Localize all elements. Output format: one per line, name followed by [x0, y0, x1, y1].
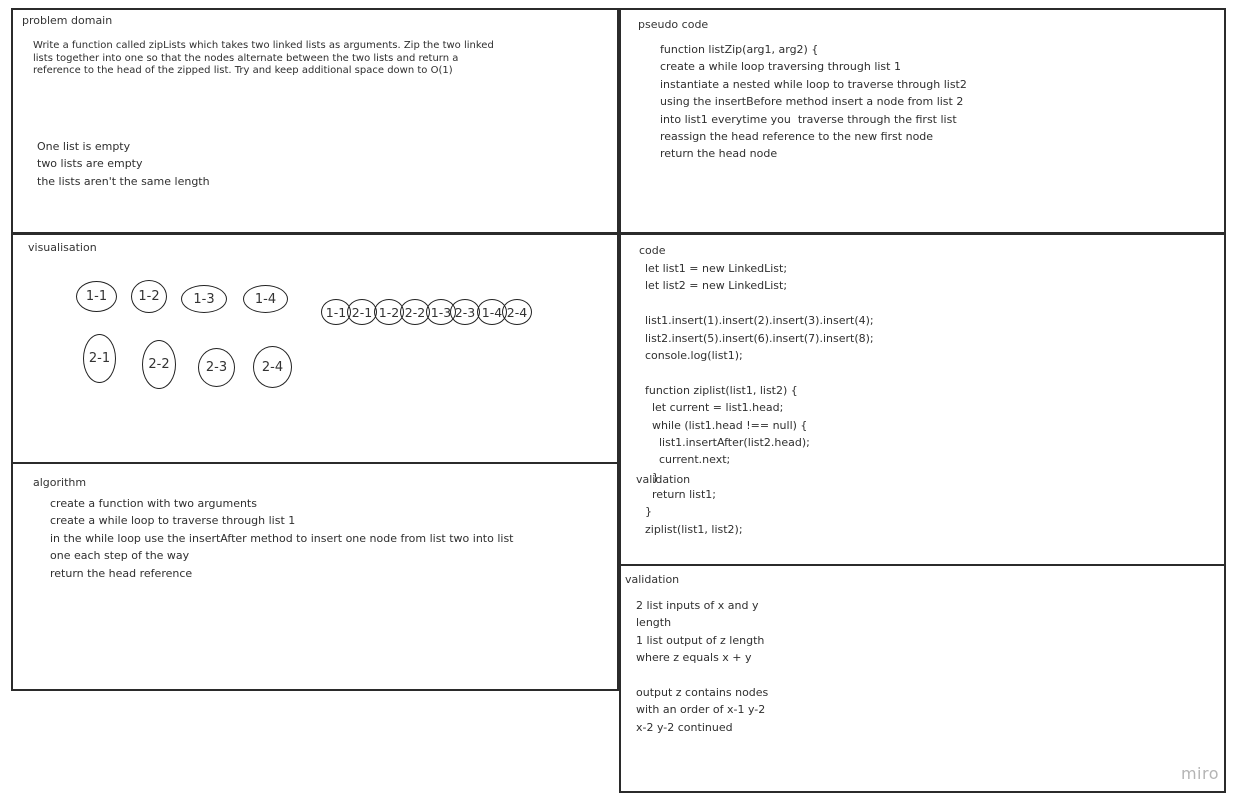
whiteboard-canvas[interactable]: problem domain Write a function called z…: [0, 0, 1235, 809]
problem-description: Write a function called zipLists which t…: [33, 40, 494, 78]
text-line: One list is empty: [37, 140, 131, 153]
node-label: 2-1: [88, 351, 111, 366]
node-label: 2-2: [148, 357, 170, 372]
text-line: with an order of x-1 y-2: [636, 703, 766, 717]
node-label: 1-1: [85, 289, 108, 304]
text-line: length: [636, 616, 672, 630]
text-line: 2 list inputs of x and y: [636, 599, 759, 612]
text-line: let list1 = new LinkedList;: [638, 262, 788, 275]
code-lines: let list1 = new LinkedList; let list2 = …: [638, 260, 874, 538]
node-2-4[interactable]: 2-4: [253, 346, 292, 388]
text-line: return the head node: [660, 147, 778, 161]
text-line: create a while loop to traverse through …: [50, 514, 296, 528]
zipped-node[interactable]: 2-1: [347, 299, 377, 325]
text-line: list1.insertAfter(list2.head);: [638, 435, 810, 449]
node-1-4[interactable]: 1-4: [243, 285, 288, 313]
text-line: Write a function called zipLists which t…: [33, 40, 494, 51]
text-line: function listZip(arg1, arg2) {: [660, 43, 819, 56]
text-line: return list1;: [638, 488, 716, 502]
node-label: 2-2: [404, 304, 426, 320]
text-line: ziplist(list1, list2);: [638, 522, 743, 536]
node-2-1[interactable]: 2-1: [83, 334, 116, 383]
node-2-2[interactable]: 2-2: [142, 340, 176, 389]
node-label: 1-1: [325, 304, 347, 320]
text-line: function ziplist(list1, list2) {: [638, 383, 798, 397]
text-line: let list2 = new LinkedList;: [638, 279, 788, 293]
text-line: while (list1.head !== null) {: [638, 418, 808, 432]
text-line: list1.insert(1).insert(2).insert(3).inse…: [638, 314, 874, 328]
code-title: code: [639, 244, 666, 257]
text-line: create a function with two arguments: [50, 497, 257, 510]
miro-logo: miro: [1180, 764, 1219, 783]
node-label: 1-2: [138, 289, 160, 304]
validation-lines: 2 list inputs of x and y length 1 list out…: [636, 597, 768, 736]
text-line: list2.insert(5).insert(6).insert(7).inse…: [638, 331, 874, 345]
text-line: }: [638, 505, 652, 519]
text-line: using the insertBefore method insert a n…: [660, 95, 964, 109]
text-line: reassign the head reference to the new f…: [660, 129, 934, 143]
validation-title: validation: [625, 573, 680, 586]
text-line: return the head reference: [50, 566, 193, 580]
node-1-3[interactable]: 1-3: [181, 285, 227, 313]
text-line: let current = list1.head;: [638, 401, 784, 415]
text-line: [638, 364, 874, 381]
pseudo-code-lines: function listZip(arg1, arg2) { create a w…: [660, 41, 967, 163]
visualisation-title: visualisation: [28, 241, 97, 254]
node-label: 1-3: [430, 304, 452, 320]
problem-domain-title: problem domain: [22, 14, 113, 27]
text-line: two lists are empty: [37, 157, 143, 171]
text-line: 1 list output of z length: [636, 633, 765, 647]
text-line: one each step of the way: [50, 549, 190, 563]
text-line: into list1 everytime you traverse throug…: [660, 112, 957, 126]
node-label: 2-3: [454, 304, 476, 320]
node-label: 2-1: [351, 304, 373, 320]
node-label: 2-4: [261, 359, 284, 375]
text-line: current.next;: [638, 453, 731, 467]
node-label: 1-4: [481, 304, 503, 320]
node-label: 1-3: [193, 291, 215, 307]
zipped-node[interactable]: 2-3: [450, 299, 480, 325]
text-line: console.log(list1);: [638, 348, 743, 362]
text-line: instantiate a nested while loop to trave…: [660, 77, 967, 91]
text-line: the lists aren't the same length: [37, 174, 210, 188]
text-line: reference to the head of the zipped list…: [33, 65, 453, 76]
node-label: 2-3: [205, 360, 228, 375]
text-line: where z equals x + y: [636, 651, 752, 665]
stray-validation-label: validation: [636, 473, 691, 486]
node-1-2[interactable]: 1-2: [131, 280, 167, 313]
text-line: create a while loop traversing through l…: [660, 60, 901, 74]
node-label: 2-4: [506, 304, 528, 320]
node-1-1[interactable]: 1-1: [76, 281, 117, 312]
text-line: [636, 667, 768, 684]
edge-cases-list: One list is empty two lists are empty the …: [37, 138, 210, 190]
algorithm-lines: create a function with two arguments crea…: [50, 495, 514, 582]
text-line: lists together into one so that the node…: [33, 52, 459, 64]
text-line: x-2 y-2 continued: [636, 720, 733, 734]
zipped-node[interactable]: 2-4: [502, 299, 532, 325]
pseudo-code-title: pseudo code: [638, 18, 709, 31]
node-label: 1-2: [378, 304, 400, 320]
text-line: in the while loop use the insertAfter me…: [50, 531, 514, 545]
text-line: output z contains nodes: [636, 685, 769, 699]
node-2-3[interactable]: 2-3: [198, 348, 235, 387]
text-line: [638, 295, 874, 312]
node-label: 1-4: [254, 291, 277, 307]
algorithm-title: algorithm: [33, 476, 87, 489]
